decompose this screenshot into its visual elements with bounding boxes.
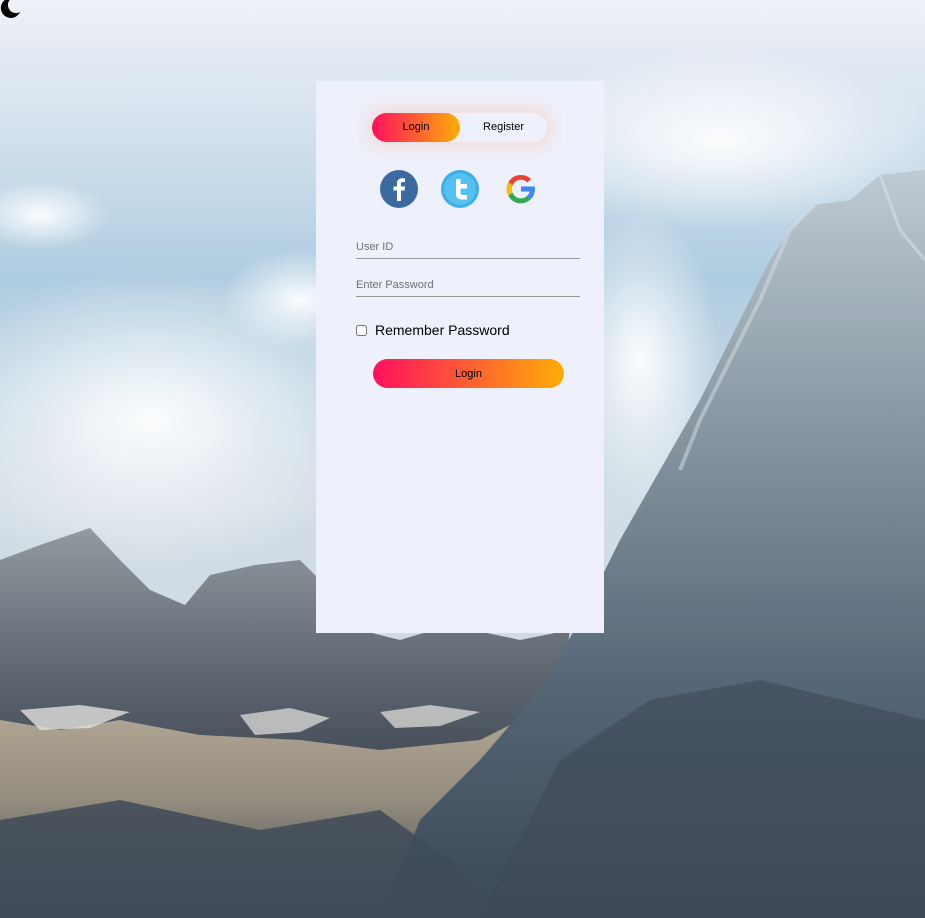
login-card: Login Register Remember Password Login	[316, 81, 604, 633]
remember-password-label: Remember Password	[375, 322, 510, 338]
password-input[interactable]	[356, 274, 580, 297]
tab-login[interactable]: Login	[372, 113, 460, 142]
facebook-icon[interactable]	[380, 170, 418, 208]
user-id-input[interactable]	[356, 236, 580, 259]
login-submit-button[interactable]: Login	[373, 359, 564, 388]
remember-password-checkbox[interactable]	[356, 324, 367, 336]
tab-register[interactable]: Register	[460, 113, 547, 142]
login-register-toggle: Login Register	[372, 113, 547, 142]
twitter-icon[interactable]	[441, 170, 479, 208]
remember-password-row[interactable]: Remember Password	[354, 321, 510, 339]
moon-icon[interactable]	[0, 0, 22, 20]
google-icon[interactable]	[502, 170, 540, 208]
